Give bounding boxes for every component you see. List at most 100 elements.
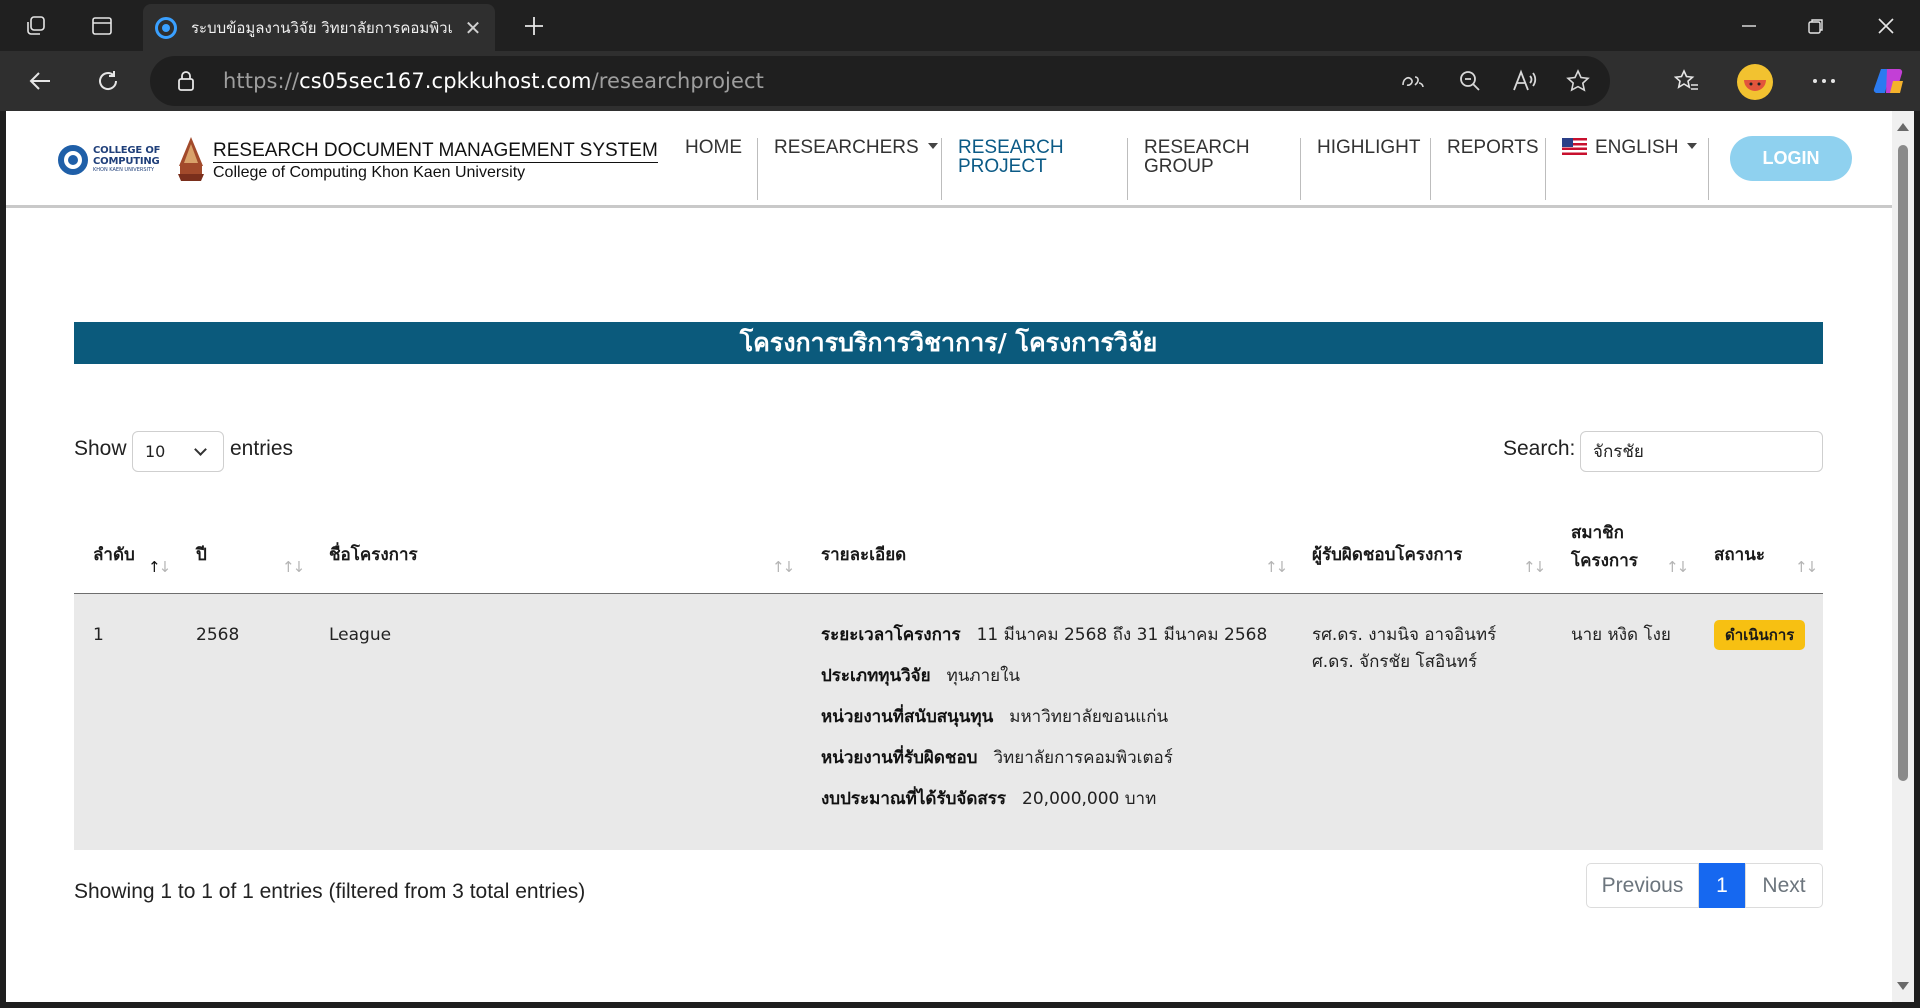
url-prefix: https://	[223, 69, 300, 93]
scrollbar-thumb[interactable]	[1898, 145, 1908, 781]
cell-member: นาย หงิด โงย	[1571, 625, 1671, 645]
tab-close-icon[interactable]: ✕	[463, 16, 483, 40]
pagination-next[interactable]: Next	[1745, 863, 1823, 908]
site-title: RESEARCH DOCUMENT MANAGEMENT SYSTEM	[213, 140, 658, 163]
more-options-icon[interactable]	[1809, 66, 1839, 96]
site-title-block[interactable]: RESEARCH DOCUMENT MANAGEMENT SYSTEM Coll…	[213, 140, 658, 183]
entries-length-value: 10	[145, 442, 166, 461]
back-icon[interactable]	[26, 66, 56, 96]
window-edge	[1914, 111, 1920, 1008]
page-viewport: COLLEGE OF COMPUTING KHON KAEN UNIVERSIT…	[6, 111, 1892, 1002]
site-favicon-icon	[155, 16, 177, 39]
nav-research-project-line1: RESEARCH	[958, 137, 1064, 158]
nav-reports[interactable]: REPORTS	[1447, 138, 1539, 157]
close-window-icon[interactable]	[1872, 12, 1900, 40]
pagination: Previous 1 Next	[1586, 863, 1823, 908]
detail-label: หน่วยงานที่สนับสนุนทุน	[821, 707, 994, 727]
sort-icon[interactable]: ↑↓	[282, 558, 305, 576]
pagination-page-1[interactable]: 1	[1699, 863, 1745, 908]
header-status[interactable]: สถานะ	[1714, 541, 1765, 569]
restore-icon[interactable]	[1802, 12, 1830, 40]
scroll-up-icon[interactable]	[1897, 123, 1909, 131]
detail-value: วิทยาลัยการคอมพิวเตอร์	[993, 748, 1173, 768]
header-owner[interactable]: ผู้รับผิดชอบโครงการ	[1312, 541, 1462, 569]
nav-divider	[1300, 138, 1301, 200]
url-text[interactable]: https://cs05sec167.cpkkuhost.com/researc…	[223, 69, 764, 93]
nav-research-project-line2: PROJECT	[958, 156, 1047, 177]
sort-icon[interactable]: ↑↓	[1265, 558, 1288, 576]
nav-research-group-line2: GROUP	[1144, 156, 1214, 177]
copilot-icon[interactable]	[1872, 65, 1906, 97]
kku-emblem-icon	[176, 136, 206, 182]
nav-research-group-line1: RESEARCH	[1144, 137, 1250, 158]
search-input[interactable]	[1580, 431, 1823, 472]
nav-divider	[941, 138, 942, 200]
new-tab-icon[interactable]	[520, 12, 548, 40]
favorite-star-icon[interactable]	[1564, 68, 1592, 94]
nav-research-project[interactable]: RESEARCH PROJECT	[958, 138, 1064, 176]
refresh-icon[interactable]	[93, 66, 123, 96]
minimize-icon[interactable]	[1735, 12, 1763, 40]
language-dropdown[interactable]: ENGLISH	[1562, 138, 1698, 157]
pagination-previous[interactable]: Previous	[1586, 863, 1699, 908]
site-header: COLLEGE OF COMPUTING KHON KAEN UNIVERSIT…	[6, 111, 1892, 208]
logo-sub: KHON KAEN UNIVERSITY	[93, 167, 155, 173]
sort-icon[interactable]: ↑↓	[1666, 558, 1689, 576]
entries-length-select[interactable]: 10	[132, 431, 224, 472]
header-detail[interactable]: รายละเอียด	[821, 541, 906, 569]
header-year[interactable]: ปี	[196, 541, 207, 569]
url-path: /researchproject	[591, 69, 764, 93]
logo-text: COLLEGE OF COMPUTING	[93, 145, 160, 167]
detail-duration: ระยะเวลาโครงการ 11 มีนาคม 2568 ถึง 31 มีน…	[821, 621, 1267, 649]
detail-budget: งบประมาณที่ได้รับจัดสรร 20,000,000 บาท	[821, 785, 1156, 813]
logo-line2: COMPUTING	[93, 156, 160, 167]
header-members[interactable]: สมาชิก โครงการ	[1571, 519, 1638, 575]
header-order[interactable]: ลำดับ	[93, 541, 135, 569]
site-info-lock-icon[interactable]	[174, 69, 198, 93]
favorites-icon[interactable]	[1672, 66, 1702, 96]
tab-title: ระบบข้อมูลงานวิจัย วิทยาลัยการคอมพิวเตอร…	[191, 18, 453, 37]
zoom-out-icon[interactable]	[1456, 68, 1484, 94]
nav-highlight[interactable]: HIGHLIGHT	[1317, 138, 1420, 157]
tab-actions-icon[interactable]	[88, 12, 116, 40]
detail-sponsor: หน่วยงานที่สนับสนุนทุน มหาวิทยาลัยขอนแก่น	[821, 703, 1168, 731]
cell-order: 1	[93, 625, 104, 645]
nav-researchers[interactable]: RESEARCHERS	[774, 138, 938, 157]
detail-label: งบประมาณที่ได้รับจัดสรร	[821, 789, 1007, 809]
header-members-line2: โครงการ	[1571, 551, 1638, 571]
cell-year: 2568	[196, 625, 240, 645]
workspaces-icon[interactable]	[22, 12, 50, 40]
chevron-down-icon	[1687, 143, 1698, 150]
nav-divider	[1545, 138, 1546, 200]
nav-divider	[1708, 138, 1709, 200]
profile-avatar[interactable]	[1737, 64, 1773, 100]
sort-icon[interactable]: ↑↓	[1795, 558, 1818, 576]
browser-tab-active[interactable]: ระบบข้อมูลงานวิจัย วิทยาลัยการคอมพิวเตอร…	[143, 4, 495, 51]
header-members-line1: สมาชิก	[1571, 523, 1624, 543]
search-label: Search:	[1503, 437, 1576, 460]
page-scrollbar[interactable]	[1892, 111, 1914, 1002]
sort-icon[interactable]: ↑↓	[1523, 558, 1546, 576]
scroll-down-icon[interactable]	[1897, 982, 1909, 990]
detail-label: ระยะเวลาโครงการ	[821, 625, 961, 645]
header-project-name[interactable]: ชื่อโครงการ	[329, 541, 418, 569]
nav-researchers-label: RESEARCHERS	[774, 137, 919, 158]
browser-toolbar: https://cs05sec167.cpkkuhost.com/researc…	[0, 51, 1920, 111]
detail-fund-type: ประเภททุนวิจัย ทุนภายใน	[821, 662, 1020, 690]
detail-label: หน่วยงานที่รับผิดชอบ	[821, 748, 978, 768]
browser-tab-bar: ระบบข้อมูลงานวิจัย วิทยาลัยการคอมพิวเตอร…	[0, 0, 1920, 51]
college-of-computing-logo[interactable]: COLLEGE OF COMPUTING KHON KAEN UNIVERSIT…	[58, 143, 170, 177]
login-button[interactable]: LOGIN	[1730, 136, 1852, 181]
logo-line1: COLLEGE OF	[93, 145, 161, 156]
sort-icon[interactable]: ↑↓	[772, 558, 795, 576]
translate-icon[interactable]	[1400, 68, 1428, 94]
nav-home[interactable]: HOME	[685, 138, 742, 157]
entries-label: entries	[230, 437, 294, 460]
nav-divider	[757, 138, 758, 200]
nav-research-group[interactable]: RESEARCH GROUP	[1144, 138, 1250, 176]
sort-asc-icon[interactable]: ↑↓	[148, 558, 171, 576]
address-bar[interactable]: https://cs05sec167.cpkkuhost.com/researc…	[150, 56, 1610, 106]
detail-responsible-unit: หน่วยงานที่รับผิดชอบ วิทยาลัยการคอมพิวเตอ…	[821, 744, 1173, 772]
table-info: Showing 1 to 1 of 1 entries (filtered fr…	[74, 880, 586, 903]
read-aloud-icon[interactable]	[1510, 68, 1538, 94]
